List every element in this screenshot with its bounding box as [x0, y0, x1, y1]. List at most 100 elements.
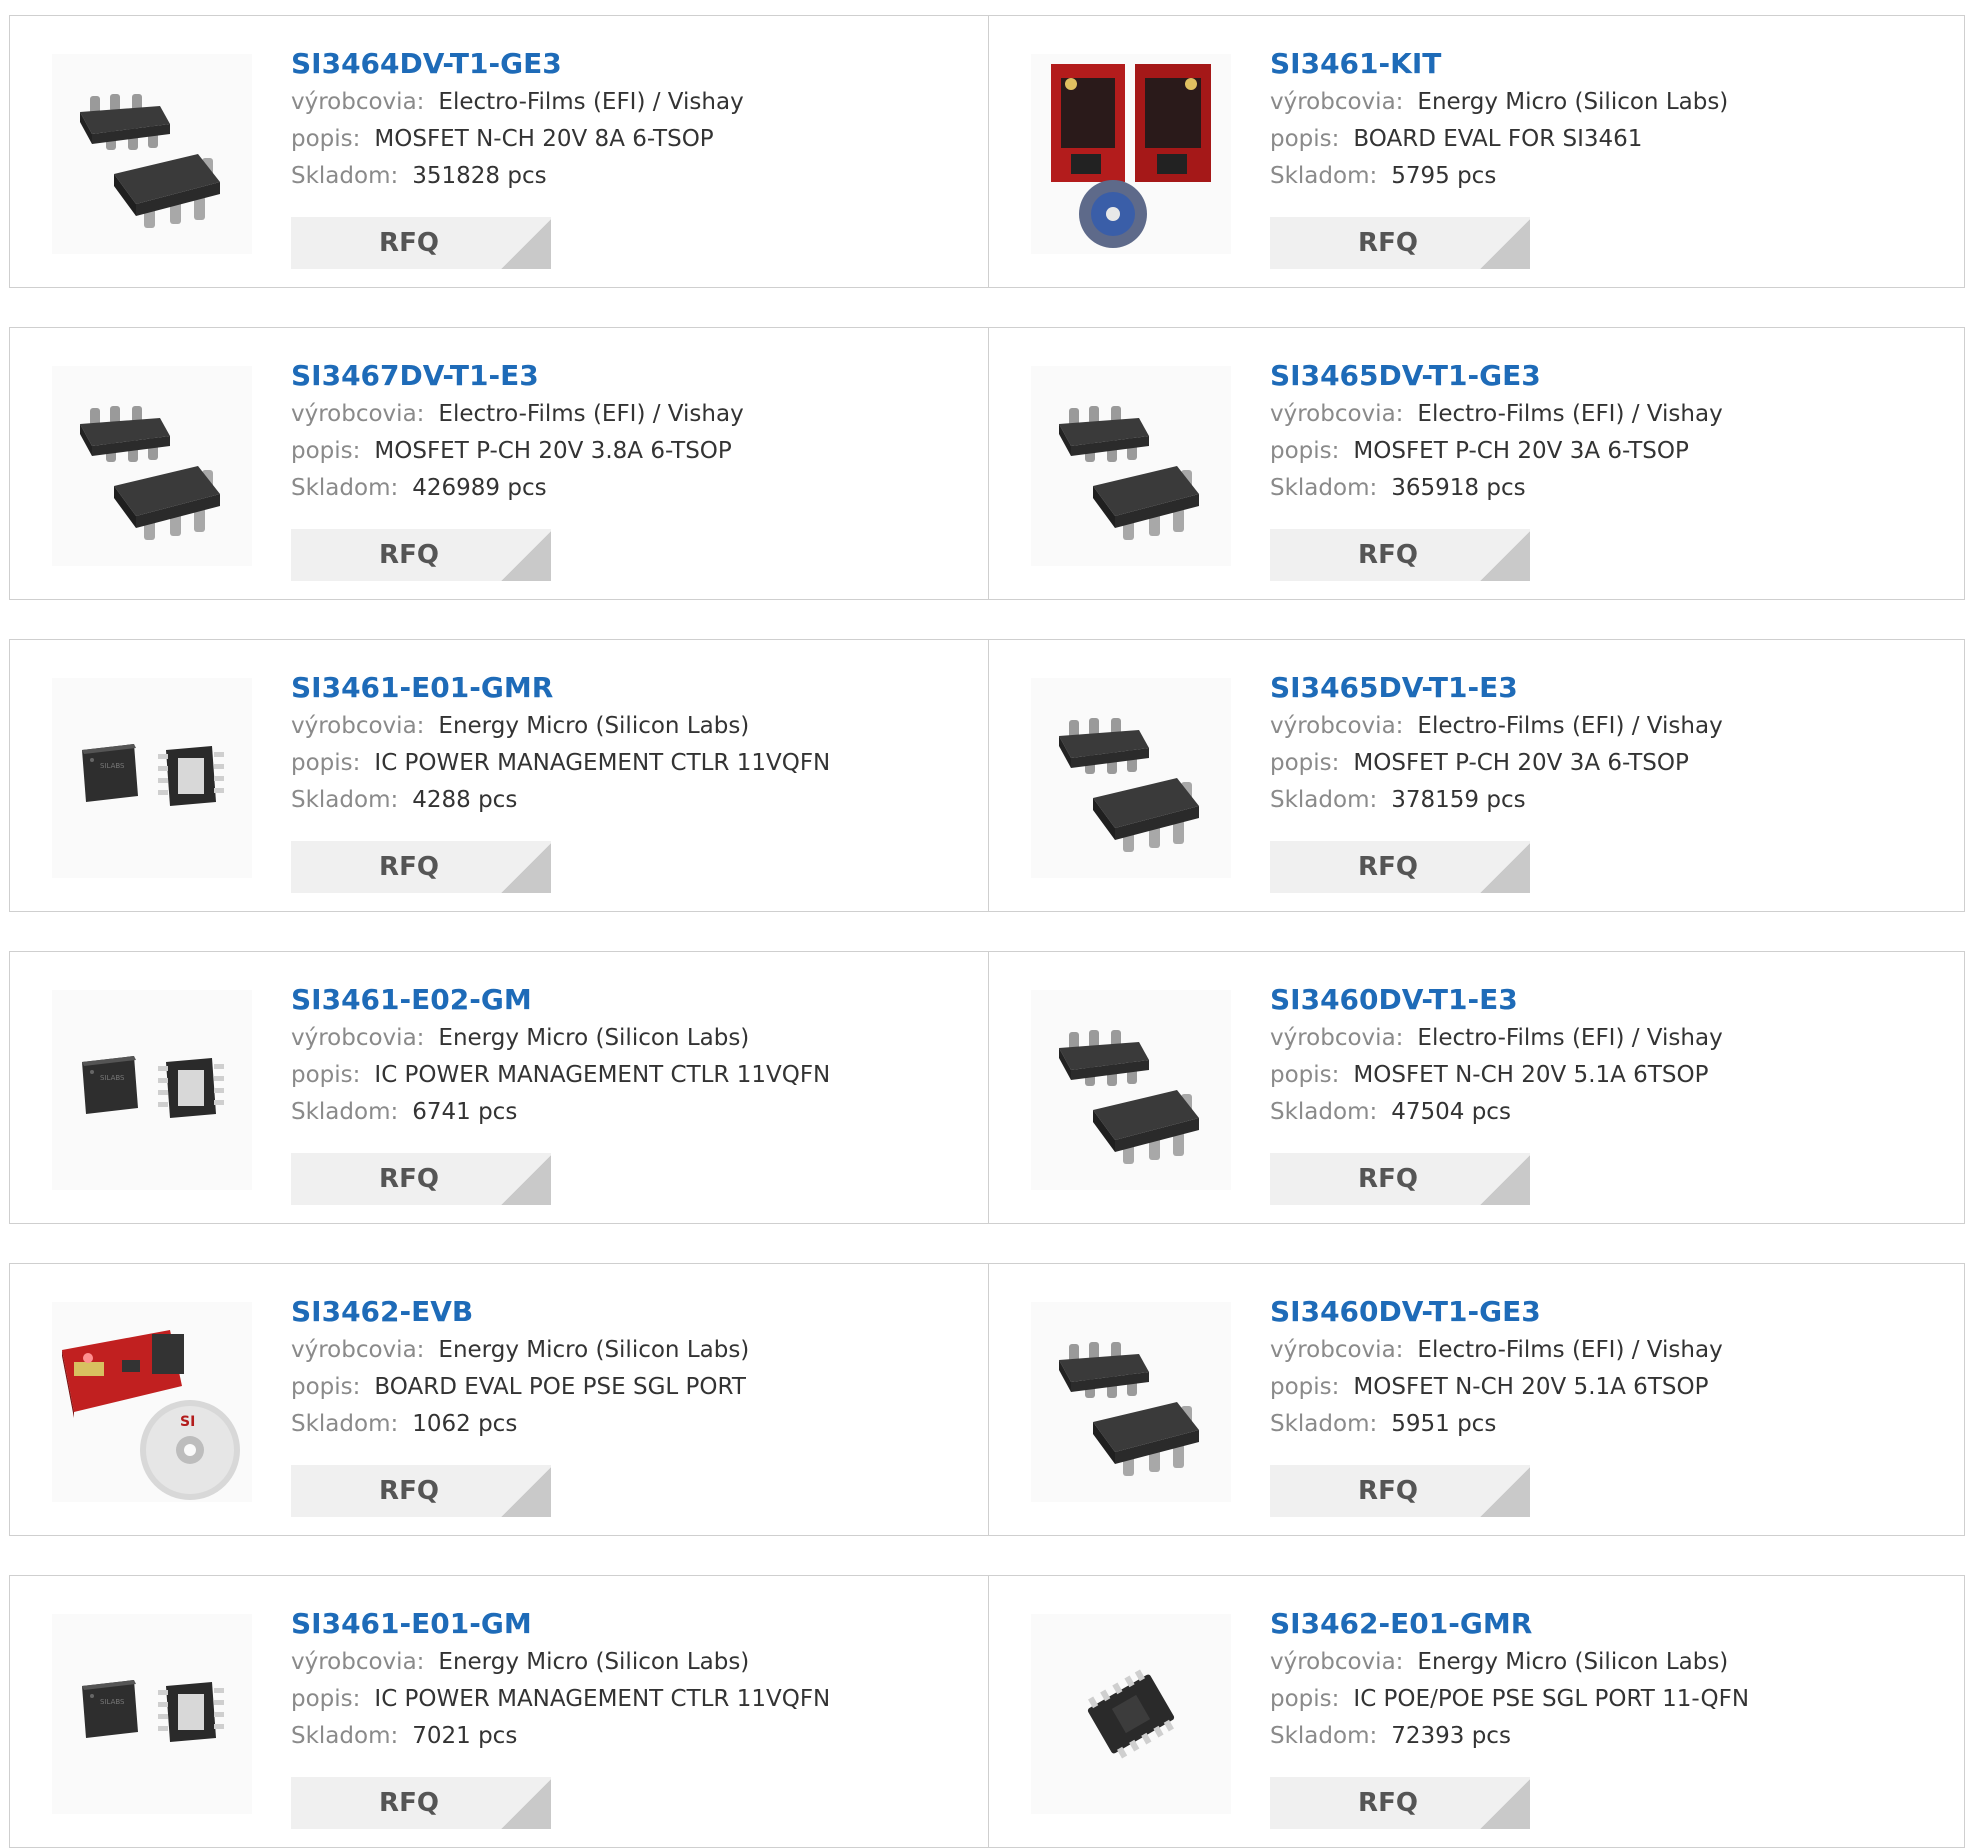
product-image[interactable]: [1031, 1614, 1231, 1814]
manufacturer-label: výrobcovia:: [291, 1649, 425, 1675]
product-image[interactable]: SILABS: [52, 678, 252, 878]
stock-line: Skladom: 365918 pcs: [1270, 470, 1950, 507]
rfq-button[interactable]: RFQ: [1270, 1465, 1530, 1517]
product-part-link[interactable]: SI3460DV-T1-GE3: [1270, 1292, 1950, 1332]
product-image[interactable]: [1031, 678, 1231, 878]
description-label: popis:: [291, 126, 361, 152]
product-part-link[interactable]: SI3465DV-T1-GE3: [1270, 356, 1950, 396]
description-line: popis: MOSFET N-CH 20V 5.1A 6TSOP: [1270, 1369, 1950, 1406]
vqfn-chip-icon: SILABS: [52, 678, 252, 878]
product-info: SI3462-EVB výrobcovia: Energy Micro (Sili…: [291, 1292, 971, 1443]
rfq-button[interactable]: RFQ: [1270, 217, 1530, 269]
product-part-link[interactable]: SI3462-EVB: [291, 1292, 971, 1332]
product-info: SI3462-E01-GMR výrobcovia: Energy Micro (…: [1270, 1604, 1950, 1755]
rfq-button[interactable]: RFQ: [291, 1153, 551, 1205]
description-value: IC POE/POE PSE SGL PORT 11-QFN: [1353, 1686, 1750, 1712]
stock-line: Skladom: 426989 pcs: [291, 470, 971, 507]
stock-label: Skladom:: [1270, 1723, 1378, 1749]
product-image[interactable]: [1031, 990, 1231, 1190]
product-info: SI3461-KIT výrobcovia: Energy Micro (Sili…: [1270, 44, 1950, 195]
rfq-button[interactable]: RFQ: [291, 1465, 551, 1517]
product-part-link[interactable]: SI3460DV-T1-E3: [1270, 980, 1950, 1020]
rfq-corner-triangle: [521, 239, 551, 269]
rfq-button-label: RFQ: [1358, 1476, 1418, 1506]
rfq-button[interactable]: RFQ: [291, 841, 551, 893]
description-value: BOARD EVAL POE PSE SGL PORT: [374, 1374, 746, 1400]
product-image[interactable]: [52, 366, 252, 566]
product-part-link[interactable]: SI3462-E01-GMR: [1270, 1604, 1950, 1644]
product-card: SI SI3462-EVB výrobcovia: Energy Micro (S…: [10, 1264, 988, 1535]
stock-label: Skladom:: [1270, 163, 1378, 189]
manufacturer-label: výrobcovia:: [291, 1337, 425, 1363]
rfq-button-label: RFQ: [379, 1164, 439, 1194]
product-info: SI3461-E02-GM výrobcovia: Energy Micro (S…: [291, 980, 971, 1131]
manufacturer-label: výrobcovia:: [1270, 1649, 1404, 1675]
rfq-button-label: RFQ: [379, 1788, 439, 1818]
description-label: popis:: [291, 1374, 361, 1400]
rfq-button-label: RFQ: [379, 228, 439, 258]
product-card: SILABS SI3461-E01-GMR výrobcovia: Energy …: [10, 640, 988, 911]
product-info: SI3461-E01-GM výrobcovia: Energy Micro (S…: [291, 1604, 971, 1755]
product-part-link[interactable]: SI3464DV-T1-GE3: [291, 44, 971, 84]
stock-label: Skladom:: [291, 1411, 399, 1437]
manufacturer-line: výrobcovia: Energy Micro (Silicon Labs): [291, 1020, 971, 1057]
rfq-button[interactable]: RFQ: [1270, 841, 1530, 893]
rfq-button[interactable]: RFQ: [1270, 529, 1530, 581]
rfq-corner-triangle: [1500, 863, 1530, 893]
rfq-button[interactable]: RFQ: [291, 1777, 551, 1829]
stock-label: Skladom:: [291, 1723, 399, 1749]
stock-label: Skladom:: [1270, 475, 1378, 501]
product-image[interactable]: SILABS: [52, 1614, 252, 1814]
stock-label: Skladom:: [1270, 1099, 1378, 1125]
product-image[interactable]: [1031, 1302, 1231, 1502]
description-value: IC POWER MANAGEMENT CTLR 11VQFN: [374, 1686, 831, 1712]
rfq-button[interactable]: RFQ: [1270, 1153, 1530, 1205]
product-part-link[interactable]: SI3461-E02-GM: [291, 980, 971, 1020]
description-line: popis: BOARD EVAL FOR SI3461: [1270, 121, 1950, 158]
rfq-button[interactable]: RFQ: [291, 217, 551, 269]
product-info: SI3461-E01-GMR výrobcovia: Energy Micro (…: [291, 668, 971, 819]
stock-value: 4288 pcs: [412, 787, 518, 813]
description-line: popis: MOSFET N-CH 20V 8A 6-TSOP: [291, 121, 971, 158]
stock-line: Skladom: 378159 pcs: [1270, 782, 1950, 819]
rfq-corner-triangle: [1500, 551, 1530, 581]
product-image[interactable]: [1031, 366, 1231, 566]
product-info: SI3464DV-T1-GE3 výrobcovia: Electro-Films…: [291, 44, 971, 195]
vqfn-chip-icon: SILABS: [52, 990, 252, 1190]
product-image[interactable]: SILABS: [52, 990, 252, 1190]
stock-value: 426989 pcs: [412, 475, 547, 501]
description-label: popis:: [1270, 750, 1340, 776]
manufacturer-label: výrobcovia:: [1270, 401, 1404, 427]
product-grid: SI3464DV-T1-GE3 výrobcovia: Electro-Films…: [0, 0, 1965, 1848]
product-part-link[interactable]: SI3465DV-T1-E3: [1270, 668, 1950, 708]
rfq-corner-triangle: [521, 1175, 551, 1205]
manufacturer-value: Electro-Films (EFI) / Vishay: [438, 401, 744, 427]
description-label: popis:: [1270, 1374, 1340, 1400]
tsop6-chip-icon: [1031, 990, 1231, 1190]
tsop6-chip-icon: [1031, 366, 1231, 566]
stock-line: Skladom: 47504 pcs: [1270, 1094, 1950, 1131]
tsop6-chip-icon: [52, 54, 252, 254]
stock-line: Skladom: 72393 pcs: [1270, 1718, 1950, 1755]
product-info: SI3460DV-T1-GE3 výrobcovia: Electro-Films…: [1270, 1292, 1950, 1443]
rfq-button-label: RFQ: [1358, 1788, 1418, 1818]
stock-line: Skladom: 5795 pcs: [1270, 158, 1950, 195]
product-part-link[interactable]: SI3467DV-T1-E3: [291, 356, 971, 396]
rfq-corner-triangle: [1500, 1799, 1530, 1829]
stock-line: Skladom: 6741 pcs: [291, 1094, 971, 1131]
product-part-link[interactable]: SI3461-E01-GM: [291, 1604, 971, 1644]
rfq-corner-triangle: [521, 1487, 551, 1517]
stock-line: Skladom: 351828 pcs: [291, 158, 971, 195]
rfq-button[interactable]: RFQ: [1270, 1777, 1530, 1829]
description-value: MOSFET N-CH 20V 5.1A 6TSOP: [1353, 1374, 1709, 1400]
rfq-button-label: RFQ: [1358, 540, 1418, 570]
product-part-link[interactable]: SI3461-KIT: [1270, 44, 1950, 84]
description-value: IC POWER MANAGEMENT CTLR 11VQFN: [374, 750, 831, 776]
product-image[interactable]: [1031, 54, 1231, 254]
product-part-link[interactable]: SI3461-E01-GMR: [291, 668, 971, 708]
product-image[interactable]: [52, 54, 252, 254]
rfq-button[interactable]: RFQ: [291, 529, 551, 581]
manufacturer-value: Energy Micro (Silicon Labs): [1417, 1649, 1729, 1675]
description-value: MOSFET N-CH 20V 5.1A 6TSOP: [1353, 1062, 1709, 1088]
product-image[interactable]: SI: [52, 1302, 252, 1502]
